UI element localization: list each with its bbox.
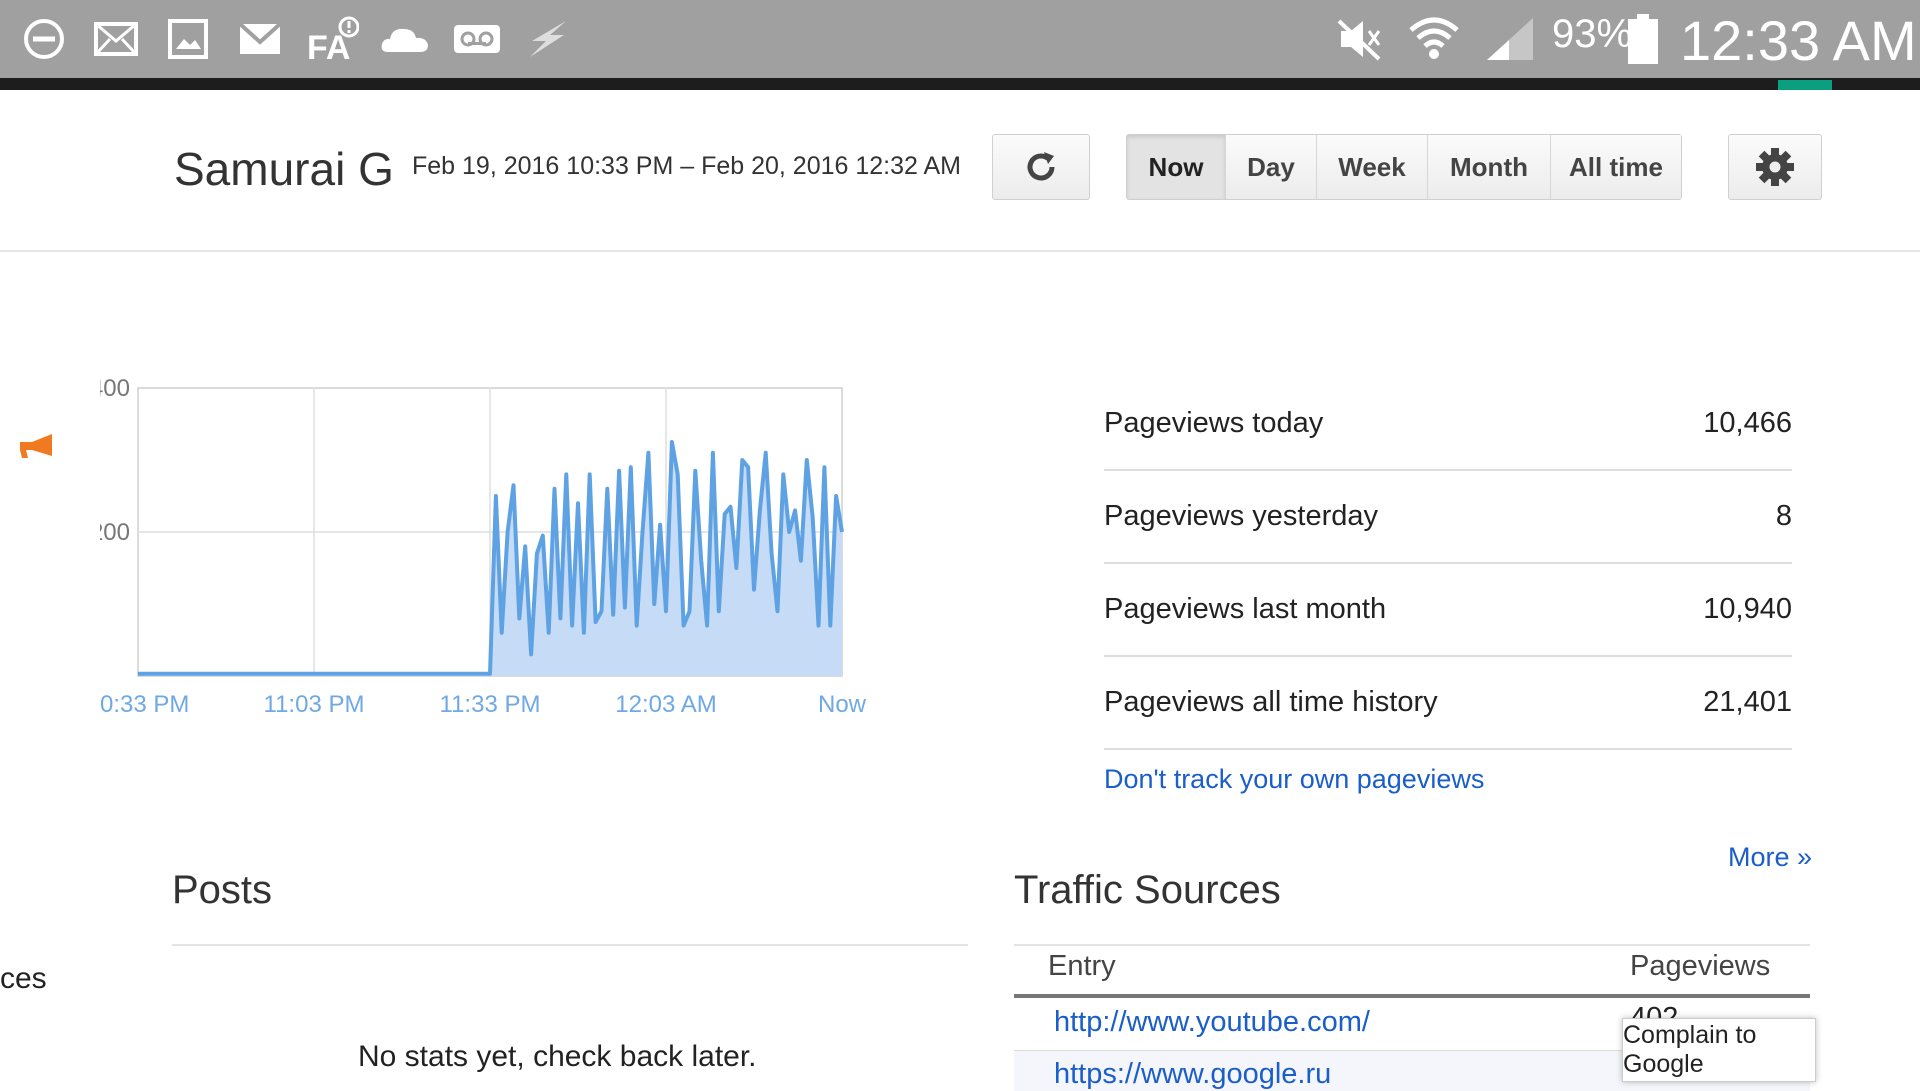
range-all-time-button[interactable]: All time xyxy=(1551,135,1681,199)
wifi-icon xyxy=(1408,14,1460,64)
stat-label: Pageviews all time history xyxy=(1104,686,1438,718)
stat-row: Pageviews yesterday 8 xyxy=(1104,471,1792,564)
range-now-button[interactable]: Now xyxy=(1127,135,1226,199)
date-range: Feb 19, 2016 10:33 PM – Feb 20, 2016 12:… xyxy=(412,152,961,180)
mute-icon xyxy=(1334,14,1384,64)
green-indicator xyxy=(1778,80,1832,90)
column-header-entry: Entry xyxy=(1048,950,1116,982)
x-tick-label: 10:33 PM xyxy=(100,691,189,718)
mail-icon xyxy=(92,14,140,64)
signal-icon xyxy=(1484,14,1536,64)
stat-row: Pageviews last month 10,940 xyxy=(1104,564,1792,657)
battery-icon xyxy=(1626,14,1660,64)
more-link[interactable]: More » xyxy=(1728,842,1812,873)
gallery-icon xyxy=(164,14,212,64)
traffic-sources-heading: Traffic Sources xyxy=(1014,868,1281,912)
stat-value: 10,940 xyxy=(1703,593,1792,625)
y-tick-label: 200 xyxy=(100,519,130,546)
megaphone-icon[interactable] xyxy=(18,432,56,462)
fa-icon: FA xyxy=(304,14,360,64)
range-day-button[interactable]: Day xyxy=(1226,135,1317,199)
complain-to-google-button[interactable]: Complain to Google xyxy=(1622,1018,1816,1082)
gear-icon xyxy=(1756,148,1794,186)
stat-label: Pageviews last month xyxy=(1104,593,1387,625)
clock: 12:33 AM xyxy=(1680,9,1917,72)
status-bar: FA 93% 12:33 AM xyxy=(0,0,1920,90)
traffic-divider xyxy=(1014,944,1810,946)
cloud-icon xyxy=(378,14,432,64)
posts-divider xyxy=(172,944,968,946)
stat-value: 10,466 xyxy=(1703,407,1792,439)
x-tick-label: 11:33 PM xyxy=(440,691,541,718)
pageview-stats: Pageviews today 10,466 Pageviews yesterd… xyxy=(1104,378,1792,750)
stat-row: Pageviews today 10,466 xyxy=(1104,378,1792,471)
stat-label: Pageviews today xyxy=(1104,407,1324,439)
status-bar-edge xyxy=(0,78,1920,90)
stat-label: Pageviews yesterday xyxy=(1104,500,1379,532)
traffic-entry-link[interactable]: https://www.google.ru xyxy=(1054,1058,1331,1091)
voicemail-icon xyxy=(452,14,502,64)
traffic-entry-link[interactable]: http://www.youtube.com/ xyxy=(1054,1006,1370,1039)
stat-value: 21,401 xyxy=(1703,686,1792,718)
x-tick-label: Now xyxy=(818,691,867,718)
posts-empty-message: No stats yet, check back later. xyxy=(358,1040,757,1073)
table-header-rule xyxy=(1014,994,1810,998)
battery-percent: 93% xyxy=(1552,12,1633,56)
x-tick-label: 12:03 AM xyxy=(615,691,716,718)
stat-value: 8 xyxy=(1775,500,1792,532)
blog-title: Samurai G xyxy=(174,143,392,195)
stat-row: Pageviews all time history 21,401 xyxy=(1104,657,1792,750)
range-week-button[interactable]: Week xyxy=(1317,135,1428,199)
y-tick-label: 400 xyxy=(100,375,130,402)
range-month-button[interactable]: Month xyxy=(1428,135,1551,199)
flash-icon xyxy=(524,14,572,64)
settings-button[interactable] xyxy=(1728,134,1822,200)
email-icon xyxy=(236,14,284,64)
refresh-icon xyxy=(1027,152,1055,181)
dnd-icon xyxy=(20,14,68,64)
stats-header: Samurai G Feb 19, 2016 10:33 PM – Feb 20… xyxy=(0,90,1920,252)
side-menu-fragment[interactable]: ces xyxy=(0,962,47,996)
dont-track-link[interactable]: Don't track your own pageviews xyxy=(1104,764,1484,795)
pageviews-chart: 400 200 10:33 PM 11:03 PM 11:33 PM 12:03… xyxy=(100,375,867,718)
column-header-pageviews: Pageviews xyxy=(1630,950,1771,982)
x-tick-label: 11:03 PM xyxy=(264,691,365,718)
refresh-button[interactable] xyxy=(992,134,1090,200)
posts-heading: Posts xyxy=(172,868,273,912)
range-selector: Now Day Week Month All time xyxy=(1126,134,1682,200)
